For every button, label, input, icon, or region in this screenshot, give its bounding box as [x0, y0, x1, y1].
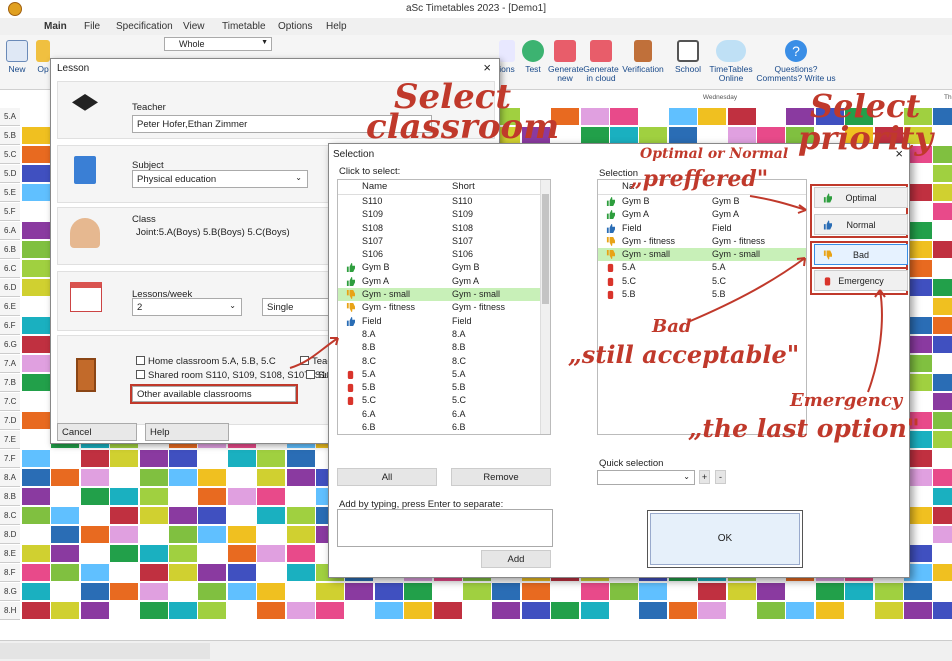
arrow-to-preferred — [749, 195, 807, 211]
annotation-arrows — [289, 195, 886, 393]
arrow-to-bad — [687, 257, 806, 323]
arrow-to-emergency — [867, 289, 883, 393]
arrow-to-classroom-list — [289, 337, 339, 369]
